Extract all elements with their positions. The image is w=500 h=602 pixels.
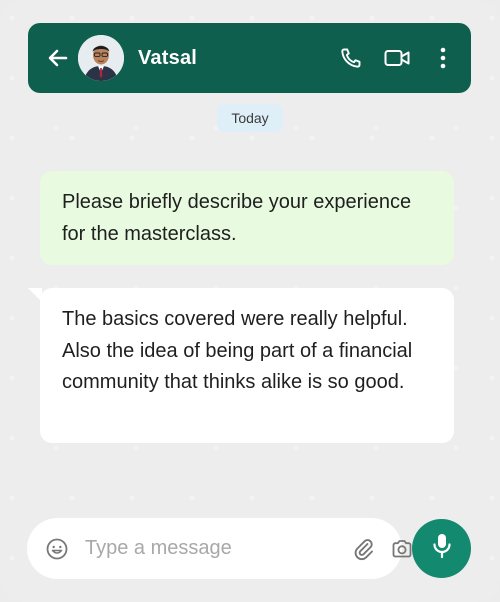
- incoming-message[interactable]: The basics covered were really helpful. …: [28, 288, 454, 443]
- message-text: The basics covered were really helpful. …: [62, 308, 413, 393]
- microphone-button[interactable]: [412, 519, 471, 578]
- arrow-left-icon[interactable]: [46, 46, 70, 70]
- paperclip-icon[interactable]: [352, 536, 376, 562]
- chat-header: Vatsal: [28, 23, 471, 93]
- more-vertical-icon[interactable]: [429, 44, 457, 72]
- camera-icon[interactable]: [390, 536, 414, 562]
- outgoing-message[interactable]: Please briefly describe your experience …: [40, 171, 454, 265]
- avatar[interactable]: [78, 35, 124, 81]
- chat-screen: Vatsal Today Please briefly describe you…: [0, 0, 500, 602]
- message-composer: [27, 518, 412, 579]
- emoji-icon[interactable]: [45, 536, 69, 562]
- phone-icon[interactable]: [337, 44, 365, 72]
- message-text: Please briefly describe your experience …: [62, 191, 412, 245]
- message-input[interactable]: [83, 536, 352, 561]
- microphone-icon: [431, 532, 453, 565]
- video-camera-icon[interactable]: [383, 44, 411, 72]
- date-divider: Today: [217, 104, 283, 132]
- contact-name[interactable]: Vatsal: [138, 47, 319, 70]
